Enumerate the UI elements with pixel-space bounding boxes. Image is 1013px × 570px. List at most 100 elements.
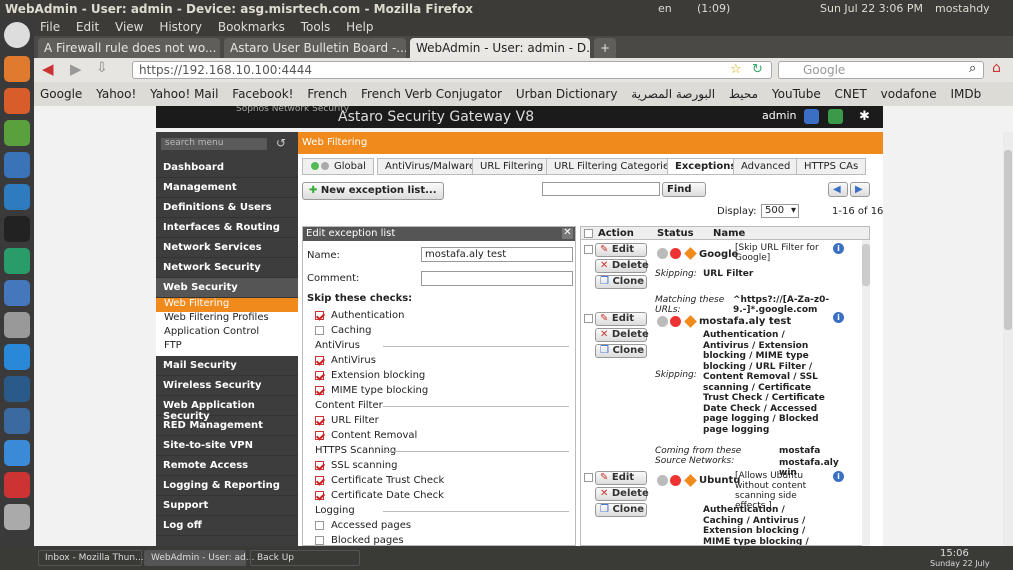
tool-icon[interactable] (4, 280, 30, 306)
col-name[interactable]: Name (713, 228, 745, 239)
trash-icon[interactable] (4, 504, 30, 530)
taskbar-item[interactable]: Back Up (250, 550, 360, 566)
app2-icon[interactable] (4, 472, 30, 498)
skip-checkbox[interactable] (315, 536, 324, 545)
sidebar-item-logging[interactable]: Logging & Reporting (156, 476, 298, 496)
sidebar-item-interfaces[interactable]: Interfaces & Routing (156, 218, 298, 238)
settings-gear-icon[interactable]: ✱ (859, 109, 874, 124)
search-icon[interactable]: ⌕ (969, 61, 976, 76)
bookmark-item[interactable]: Urban Dictionary (516, 87, 618, 101)
bookmark-item[interactable]: CNET (835, 87, 867, 101)
tab-url-filtering[interactable]: URL Filtering (472, 158, 552, 175)
clock[interactable]: Sun Jul 22 3:06 PM (820, 2, 923, 15)
sidebar-item-web-app-security[interactable]: Web Application Security (156, 396, 298, 422)
app-icon[interactable] (4, 440, 30, 466)
close-icon[interactable]: ✕ (562, 228, 573, 239)
user-menu[interactable]: mostahdy (935, 2, 990, 15)
info-icon[interactable]: i (833, 312, 844, 323)
sidebar-item-support[interactable]: Support (156, 496, 298, 516)
sidebar-item-network-services[interactable]: Network Services (156, 238, 298, 258)
delete-button[interactable]: ✕ Delete (595, 487, 649, 501)
skip-checkbox[interactable] (315, 371, 324, 380)
info-icon[interactable]: i (833, 243, 844, 254)
network-icon[interactable] (4, 248, 30, 274)
reload-page-icon[interactable] (828, 109, 843, 124)
settings-icon[interactable] (4, 312, 30, 338)
sidebar-item-remote-access[interactable]: Remote Access (156, 456, 298, 476)
tab-advanced[interactable]: Advanced (733, 158, 799, 175)
status-on-icon[interactable] (670, 316, 681, 327)
reload-icon[interactable]: ↻ (752, 62, 763, 77)
virtualbox-icon[interactable] (4, 408, 30, 434)
menu-file[interactable]: File (40, 20, 60, 34)
menu-edit[interactable]: Edit (76, 20, 99, 34)
delete-button[interactable]: ✕ Delete (595, 259, 649, 273)
skip-checkbox[interactable] (315, 491, 324, 500)
dash-icon[interactable] (4, 22, 30, 48)
edit-button[interactable]: ✎ Edit (595, 243, 647, 257)
sidebar-item-mail-security[interactable]: Mail Security (156, 356, 298, 376)
page-scrollbar[interactable] (1003, 132, 1013, 546)
sidebar-sub-profiles[interactable]: Web Filtering Profiles (156, 312, 298, 326)
home-icon[interactable]: ⌂ (992, 60, 1001, 76)
reset-search-icon[interactable]: ↺ (276, 136, 286, 150)
language-indicator[interactable]: en (658, 2, 672, 15)
edit-button[interactable]: ✎ Edit (595, 471, 647, 485)
bookmark-item[interactable]: YouTube (772, 87, 821, 101)
status-on-icon[interactable] (670, 475, 681, 486)
skip-checkbox[interactable] (315, 461, 324, 470)
battery-indicator[interactable]: (1:09) (697, 2, 730, 15)
status-off-icon[interactable] (657, 248, 668, 259)
bookmark-item[interactable]: Facebook! (232, 87, 293, 101)
menu-view[interactable]: View (115, 20, 143, 34)
info-icon[interactable]: i (833, 471, 844, 482)
new-exception-button[interactable]: ✚ New exception list... (302, 182, 444, 200)
admin-user[interactable]: admin (762, 109, 796, 122)
sidebar-item-dashboard[interactable]: Dashboard (156, 158, 298, 178)
skip-checkbox[interactable] (315, 386, 324, 395)
menu-tools[interactable]: Tools (301, 20, 331, 34)
tab-antivirus[interactable]: AntiVirus/Malware (377, 158, 484, 175)
sidebar-item-network-security[interactable]: Network Security (156, 258, 298, 278)
browser-tab-active[interactable]: WebAdmin - User: admin - D... (410, 38, 590, 58)
menu-history[interactable]: History (159, 20, 202, 34)
find-button[interactable]: Find (662, 182, 706, 197)
bookmark-item[interactable]: Yahoo! (96, 87, 136, 101)
sidebar-sub-application-control[interactable]: Application Control (156, 326, 298, 340)
taskbar-item[interactable]: WebAdmin - User: ad... (144, 550, 254, 566)
bookmark-item[interactable]: IMDb (950, 87, 981, 101)
sidebar-item-web-security[interactable]: Web Security (156, 278, 298, 298)
row-checkbox[interactable] (584, 314, 593, 323)
sidebar-item-definitions[interactable]: Definitions & Users (156, 198, 298, 218)
skip-checkbox[interactable] (315, 356, 324, 365)
monitor-icon[interactable] (4, 376, 30, 402)
bookmark-item[interactable]: محيط (729, 87, 758, 101)
bookmark-item[interactable]: Google (40, 87, 82, 101)
browser-tab[interactable]: A Firewall rule does not wo... (38, 38, 220, 58)
comment-input[interactable] (421, 271, 573, 286)
tab-global[interactable]: Global (302, 158, 374, 175)
taskbar-item[interactable]: Inbox - Mozilla Thun... (38, 550, 144, 566)
bookmark-item[interactable]: Yahoo! Mail (150, 87, 218, 101)
select-all-checkbox[interactable] (584, 229, 593, 238)
firefox-icon[interactable] (4, 88, 30, 114)
bookmark-star-icon[interactable]: ☆ (730, 62, 742, 77)
thunderbird-icon[interactable] (4, 152, 30, 178)
row-checkbox[interactable] (584, 473, 593, 482)
sidebar-sub-web-filtering[interactable]: Web Filtering (156, 298, 298, 312)
menu-search-input[interactable]: search menu (161, 138, 267, 150)
find-input[interactable] (542, 182, 660, 196)
menu-help[interactable]: Help (346, 20, 373, 34)
edit-button[interactable]: ✎ Edit (595, 312, 647, 326)
sidebar-item-vpn[interactable]: Site-to-site VPN (156, 436, 298, 456)
writer-icon[interactable] (4, 184, 30, 210)
tab-url-categories[interactable]: URL Filtering Categories (546, 158, 683, 175)
next-page-icon[interactable]: ▶ (850, 182, 870, 197)
terminal-icon[interactable] (4, 216, 30, 242)
clone-button[interactable]: ❐ Clone (595, 503, 647, 517)
clone-button[interactable]: ❐ Clone (595, 275, 647, 289)
web-search-input[interactable]: Google (778, 61, 984, 79)
name-input[interactable]: mostafa.aly test (421, 247, 573, 262)
clone-button[interactable]: ❐ Clone (595, 344, 647, 358)
bookmark-item[interactable]: vodafone (881, 87, 937, 101)
